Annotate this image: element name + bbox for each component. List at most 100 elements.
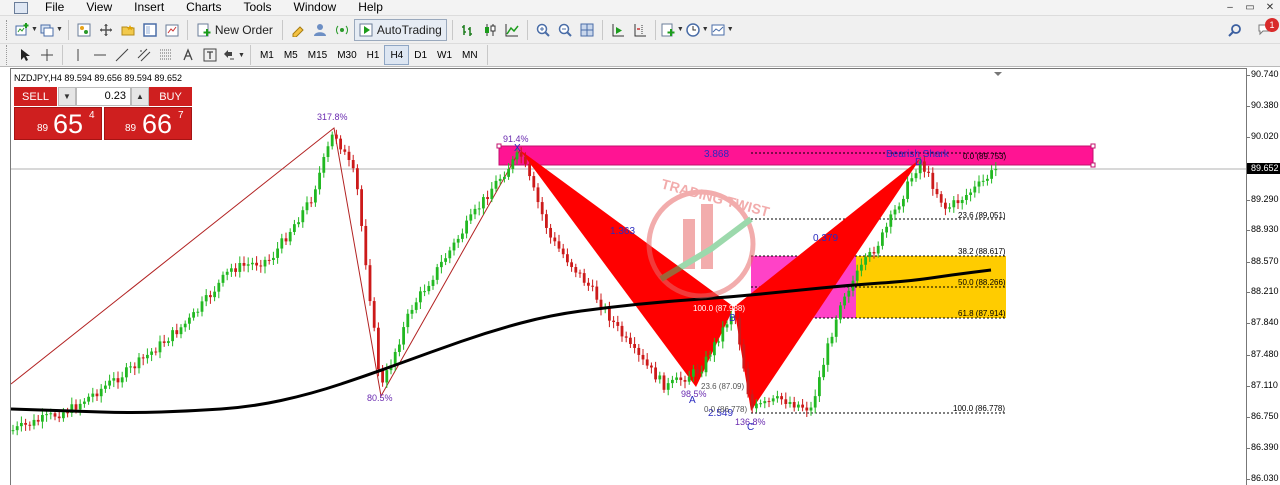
vertical-line-button[interactable] bbox=[68, 45, 88, 65]
arrows-icon bbox=[224, 50, 234, 60]
timeframe-m30[interactable]: M30 bbox=[332, 46, 361, 64]
prz-handle[interactable] bbox=[496, 143, 502, 149]
new-chart-button[interactable]: ▼ bbox=[15, 20, 38, 40]
buy-button[interactable]: BUY bbox=[149, 87, 192, 106]
signal-icon bbox=[335, 25, 348, 34]
timeframe-h4[interactable]: H4 bbox=[384, 45, 410, 65]
data-window-button[interactable] bbox=[118, 20, 138, 40]
notifications-button[interactable]: 1 bbox=[1255, 18, 1279, 39]
trendline-icon bbox=[115, 48, 129, 62]
timeframe-m15[interactable]: M15 bbox=[303, 46, 332, 64]
chart-shift-icon bbox=[634, 23, 646, 36]
candle-body bbox=[41, 414, 44, 422]
timeframe-m5[interactable]: M5 bbox=[279, 46, 303, 64]
candle-body bbox=[679, 377, 683, 381]
volume-decrease-button[interactable]: ▼ bbox=[58, 87, 76, 106]
candle-body bbox=[251, 262, 254, 265]
signals-button[interactable] bbox=[332, 20, 352, 40]
chart-area[interactable]: TRADING TWIST 317.8% 80.5% 91.4% 98.5% 1… bbox=[10, 68, 1246, 485]
zoom-out-button[interactable] bbox=[555, 20, 575, 40]
candle-body bbox=[297, 222, 300, 225]
axis-tick bbox=[1247, 292, 1250, 293]
navigator-button[interactable] bbox=[96, 20, 116, 40]
crosshair-button[interactable] bbox=[37, 45, 57, 65]
strategy-tester-button[interactable] bbox=[162, 20, 182, 40]
metaeditor-button[interactable] bbox=[288, 20, 308, 40]
menu-insert[interactable]: Insert bbox=[123, 0, 175, 15]
price-label: 86.030 bbox=[1251, 473, 1279, 483]
indicators-button[interactable]: ▼ bbox=[661, 20, 684, 40]
bar-chart-button[interactable] bbox=[458, 20, 478, 40]
tile-windows-button[interactable] bbox=[577, 20, 597, 40]
horizontal-line-button[interactable] bbox=[90, 45, 110, 65]
timeframe-d1[interactable]: D1 bbox=[409, 46, 432, 64]
candle-body bbox=[662, 375, 666, 390]
price-axis[interactable]: 90.740 90.380 90.020 89.652 89.290 88.93… bbox=[1246, 68, 1280, 485]
volume-input[interactable]: 0.23 bbox=[76, 87, 131, 106]
toolbar-separator bbox=[249, 45, 251, 65]
timeframe-w1[interactable]: W1 bbox=[432, 46, 457, 64]
candlestick-button[interactable] bbox=[480, 20, 500, 40]
current-price-label: 89.652 bbox=[1247, 163, 1280, 174]
timeframe-m1[interactable]: M1 bbox=[255, 46, 279, 64]
sell-button[interactable]: SELL bbox=[14, 87, 57, 106]
menu-view[interactable]: View bbox=[75, 0, 123, 15]
candle-body bbox=[167, 341, 170, 343]
terminal-button[interactable] bbox=[140, 20, 160, 40]
new-order-button[interactable]: New Order bbox=[193, 20, 277, 40]
candle-body bbox=[687, 376, 691, 382]
volume-increase-button[interactable]: ▲ bbox=[131, 87, 149, 106]
buy-price[interactable]: 89 66 7 bbox=[104, 107, 192, 140]
channel-button[interactable] bbox=[134, 45, 154, 65]
zoom-in-button[interactable] bbox=[533, 20, 553, 40]
market-watch-button[interactable] bbox=[74, 20, 94, 40]
menu-help[interactable]: Help bbox=[347, 0, 394, 15]
prz-handle[interactable] bbox=[1090, 162, 1096, 168]
chart-shift-button[interactable] bbox=[630, 20, 650, 40]
templates-button[interactable]: ▼ bbox=[711, 20, 734, 40]
price-label: 89.290 bbox=[1251, 194, 1279, 204]
toolbar-separator bbox=[526, 19, 528, 40]
autotrading-button[interactable]: AutoTrading bbox=[353, 18, 447, 41]
candle-body bbox=[36, 419, 40, 422]
menu-tools[interactable]: Tools bbox=[233, 0, 283, 15]
profiles-button[interactable]: ▼ bbox=[40, 20, 63, 40]
close-button[interactable]: ✕ bbox=[1260, 0, 1280, 15]
menu-window[interactable]: Window bbox=[283, 0, 348, 15]
text-label-button[interactable] bbox=[200, 45, 220, 65]
menu-file[interactable]: File bbox=[34, 0, 75, 15]
search-button[interactable] bbox=[1225, 20, 1245, 40]
candle-body bbox=[372, 301, 376, 328]
candle-body bbox=[120, 377, 124, 383]
timeframe-h1[interactable]: H1 bbox=[362, 46, 385, 64]
price-label: 90.740 bbox=[1251, 69, 1279, 79]
axis-tick bbox=[1247, 417, 1250, 418]
timeframe-mn[interactable]: MN bbox=[457, 46, 483, 64]
periods-button[interactable]: ▼ bbox=[686, 20, 709, 40]
community-button[interactable] bbox=[310, 20, 330, 40]
line-chart-button[interactable] bbox=[502, 20, 522, 40]
candle-body bbox=[104, 385, 107, 389]
candle-body bbox=[57, 416, 61, 419]
trendline-button[interactable] bbox=[112, 45, 132, 65]
candle-body bbox=[595, 286, 599, 300]
text-button[interactable] bbox=[178, 45, 198, 65]
chart-shift-marker[interactable] bbox=[994, 72, 1002, 76]
cursor-button[interactable] bbox=[15, 45, 35, 65]
candle-body bbox=[188, 317, 191, 324]
candle-body bbox=[192, 312, 195, 318]
user-icon bbox=[313, 23, 326, 36]
restore-button[interactable]: ▭ bbox=[1240, 0, 1260, 15]
prz-handle[interactable] bbox=[1090, 143, 1096, 149]
auto-scroll-button[interactable] bbox=[608, 20, 628, 40]
arrows-button[interactable]: ▼ bbox=[222, 45, 245, 65]
menu-charts[interactable]: Charts bbox=[175, 0, 232, 15]
sell-price[interactable]: 89 65 4 bbox=[14, 107, 102, 140]
candle-body bbox=[931, 172, 935, 189]
fibonacci-button[interactable] bbox=[156, 45, 176, 65]
candle-body bbox=[767, 401, 771, 403]
candle-body bbox=[217, 282, 221, 292]
candle-body bbox=[385, 370, 389, 383]
candle-body bbox=[645, 359, 649, 366]
minimize-button[interactable]: – bbox=[1220, 0, 1240, 15]
